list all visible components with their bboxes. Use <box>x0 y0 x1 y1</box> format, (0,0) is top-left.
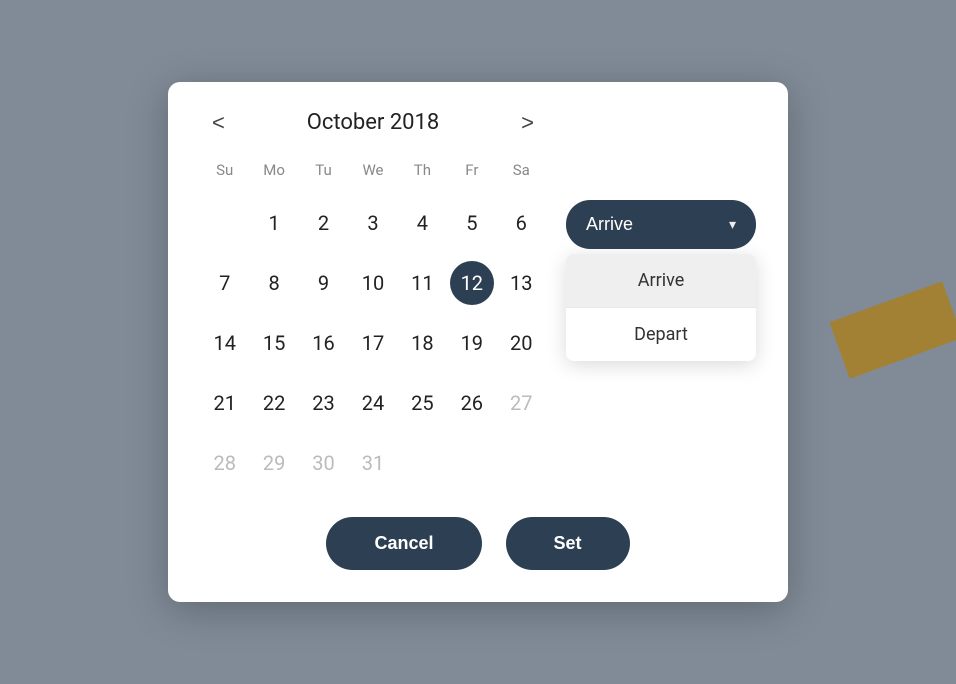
calendar-day <box>497 433 546 493</box>
calendar-day[interactable]: 10 <box>348 253 397 313</box>
arrive-dropdown-section: Arrive ▾ Arrive Depart <box>566 200 756 249</box>
cancel-button[interactable]: Cancel <box>326 517 481 570</box>
calendar-day[interactable]: 15 <box>249 313 298 373</box>
calendar-day[interactable]: 24 <box>348 373 397 433</box>
calendar-day[interactable]: 26 <box>447 373 496 433</box>
calendar-day[interactable]: 9 <box>299 253 348 313</box>
calendar-day[interactable]: 18 <box>398 313 447 373</box>
calendar-day[interactable]: 27 <box>497 373 546 433</box>
calendar-day[interactable]: 20 <box>497 313 546 373</box>
day-of-week-header: Sa <box>497 155 546 193</box>
day-of-week-header: Fr <box>447 155 496 193</box>
calendar-day[interactable]: 8 <box>249 253 298 313</box>
calendar-day <box>398 433 447 493</box>
day-of-week-header: Su <box>200 155 249 193</box>
calendar-day[interactable]: 5 <box>447 193 496 253</box>
calendar-day[interactable]: 29 <box>249 433 298 493</box>
calendar-day[interactable]: 16 <box>299 313 348 373</box>
month-year-title: October 2018 <box>307 110 440 135</box>
calendar-day[interactable]: 14 <box>200 313 249 373</box>
calendar-day[interactable]: 13 <box>497 253 546 313</box>
calendar-day[interactable]: 1 <box>249 193 298 253</box>
calendar-day[interactable]: 30 <box>299 433 348 493</box>
calendar-day[interactable]: 11 <box>398 253 447 313</box>
calendar-day[interactable]: 7 <box>200 253 249 313</box>
calendar-day[interactable]: 28 <box>200 433 249 493</box>
arrive-button-label: Arrive <box>586 214 633 235</box>
arrive-depart-button[interactable]: Arrive ▾ <box>566 200 756 249</box>
day-of-week-header: We <box>348 155 397 193</box>
calendar-day[interactable]: 12 <box>447 253 496 313</box>
dialog-content: < October 2018 > SuMoTuWeThFrSa 12345678… <box>200 110 756 493</box>
calendar-day[interactable]: 3 <box>348 193 397 253</box>
prev-month-button[interactable]: < <box>200 106 237 140</box>
calendar-day[interactable]: 23 <box>299 373 348 433</box>
calendar-dialog: < October 2018 > SuMoTuWeThFrSa 12345678… <box>168 82 788 602</box>
calendar-day <box>200 193 249 253</box>
calendar-day[interactable]: 6 <box>497 193 546 253</box>
arrive-option[interactable]: Arrive <box>566 254 756 307</box>
calendar-day[interactable]: 31 <box>348 433 397 493</box>
calendar-day[interactable]: 21 <box>200 373 249 433</box>
calendar-grid: SuMoTuWeThFrSa 1234567891011121314151617… <box>200 155 546 493</box>
set-button[interactable]: Set <box>506 517 630 570</box>
calendar-day[interactable]: 22 <box>249 373 298 433</box>
chevron-down-icon: ▾ <box>729 216 736 233</box>
depart-option[interactable]: Depart <box>566 307 756 361</box>
calendar-section: < October 2018 > SuMoTuWeThFrSa 12345678… <box>200 110 546 493</box>
day-of-week-header: Th <box>398 155 447 193</box>
calendar-day[interactable]: 4 <box>398 193 447 253</box>
day-of-week-header: Mo <box>249 155 298 193</box>
calendar-day[interactable]: 19 <box>447 313 496 373</box>
dialog-footer: Cancel Set <box>200 517 756 570</box>
calendar-day[interactable]: 17 <box>348 313 397 373</box>
calendar-day[interactable]: 25 <box>398 373 447 433</box>
day-of-week-header: Tu <box>299 155 348 193</box>
calendar-header: < October 2018 > <box>200 110 546 135</box>
next-month-button[interactable]: > <box>509 106 546 140</box>
calendar-day[interactable]: 2 <box>299 193 348 253</box>
calendar-day <box>447 433 496 493</box>
arrive-depart-dropdown-menu: Arrive Depart <box>566 254 756 361</box>
